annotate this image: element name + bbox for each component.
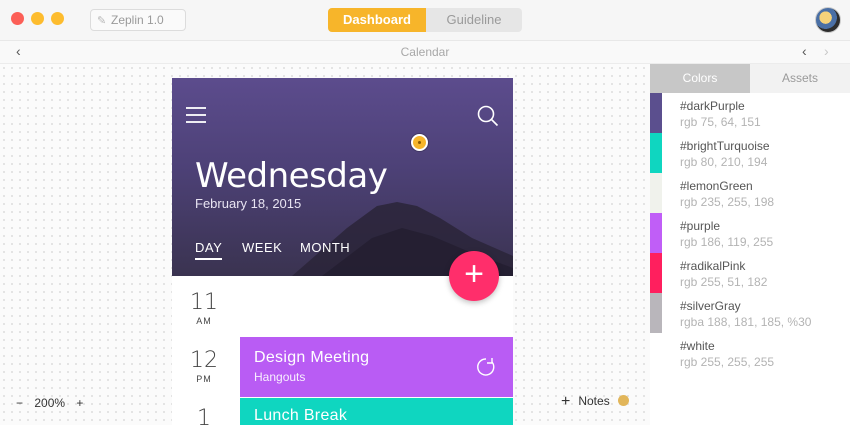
zoom-in-button[interactable]: + [76,396,83,410]
zoom-out-button[interactable]: − [16,396,23,410]
color-name: #white [680,339,715,353]
tab-dashboard[interactable]: Dashboard [328,8,426,32]
tab-day[interactable]: DAY [195,240,223,260]
color-swatch [650,213,662,253]
styleguide-panel: Colors Assets #darkPurple rgb 75, 64, 151… [650,64,850,425]
color-swatch-row[interactable]: #radikalPink rgb 255, 51, 182 [650,253,850,293]
design-canvas[interactable]: Wednesday February 18, 2015 DAY WEEK MON… [0,64,650,425]
event-title: Lunch Break [254,407,348,424]
close-window-button[interactable] [11,12,24,25]
color-name: #darkPurple [680,99,745,113]
screen-navbar: ‹ Calendar ‹ › [0,40,850,64]
hour-label: 12 PM [184,348,224,385]
color-value: rgb 186, 119, 255 [680,235,774,249]
recurring-icon[interactable] [475,356,497,378]
maximize-window-button[interactable] [51,12,64,25]
color-value: rgba 188, 181, 185, %30 [680,315,812,329]
color-swatch [650,333,662,373]
hour-label: 1 [184,408,224,425]
color-value: rgb 235, 255, 198 [680,195,775,209]
color-swatch [650,133,662,173]
selection-cursor-marker [411,134,428,151]
color-swatch [650,293,662,333]
window-titlebar: ✎ Zeplin 1.0 Dashboard Guideline [0,0,850,40]
notes-control[interactable]: + Notes [561,393,630,411]
color-swatch-row[interactable]: #purple rgb 186, 119, 255 [650,213,850,253]
day-name-heading: Wednesday [195,156,388,196]
color-swatch-row[interactable]: #white rgb 255, 255, 255 [650,333,850,373]
color-name: #purple [680,219,721,233]
color-swatch [650,173,662,213]
color-value: rgb 75, 64, 151 [680,115,761,129]
color-value: rgb 255, 255, 255 [680,355,775,369]
color-name: #lemonGreen [680,179,753,193]
project-title: Zeplin 1.0 [111,13,164,27]
tab-colors[interactable]: Colors [650,64,750,93]
hamburger-menu-icon[interactable] [186,107,206,128]
hour-number: 1 [197,406,211,425]
zoom-controls: − 200% + [16,396,91,410]
color-swatch [650,253,662,293]
screen-title: Calendar [400,45,450,59]
zoom-level: 200% [34,396,66,410]
color-name: #brightTurquoise [680,139,770,153]
notes-label[interactable]: Notes [578,394,609,408]
previous-screen-icon[interactable]: ‹ [802,43,807,59]
hour-period: AM [196,316,212,326]
color-swatch [650,93,662,133]
calendar-screen-artboard[interactable]: Wednesday February 18, 2015 DAY WEEK MON… [172,78,513,425]
color-swatch-row[interactable]: #brightTurquoise rgb 80, 210, 194 [650,133,850,173]
user-avatar[interactable] [815,7,841,33]
tab-month[interactable]: MONTH [300,240,350,255]
color-value: rgb 80, 210, 194 [680,155,768,169]
hour-period: PM [196,374,212,384]
color-swatch-row[interactable]: #darkPurple rgb 75, 64, 151 [650,93,850,133]
hour-label: 11 AM [184,290,224,327]
project-selector[interactable]: ✎ Zeplin 1.0 [90,9,186,31]
add-note-button[interactable]: + [561,393,570,410]
hour-number: 12 [190,348,218,373]
next-screen-icon[interactable]: › [824,43,829,59]
date-subtitle: February 18, 2015 [195,196,302,211]
minimize-window-button[interactable] [31,12,44,25]
event-lunch-break[interactable]: Lunch Break [240,398,513,425]
tab-assets[interactable]: Assets [750,64,850,93]
zeplin-logo-icon: ✎ [97,15,107,27]
event-design-meeting[interactable]: Design Meeting Hangouts [240,337,513,397]
color-swatch-row[interactable]: #lemonGreen rgb 235, 255, 198 [650,173,850,213]
panel-tabs: Colors Assets [650,64,850,93]
tab-week[interactable]: WEEK [242,240,282,255]
color-value: rgb 255, 51, 182 [680,275,768,289]
notes-avatar-icon [618,395,630,406]
add-event-button[interactable]: + [449,251,499,301]
color-name: #radikalPink [680,259,746,273]
color-swatch-row[interactable]: #silverGray rgba 188, 181, 185, %30 [650,293,850,333]
color-name: #silverGray [680,299,741,313]
hour-number: 11 [190,290,218,315]
tab-guideline[interactable]: Guideline [426,8,522,32]
search-icon[interactable] [477,105,499,127]
calendar-header[interactable]: Wednesday February 18, 2015 DAY WEEK MON… [172,78,513,276]
